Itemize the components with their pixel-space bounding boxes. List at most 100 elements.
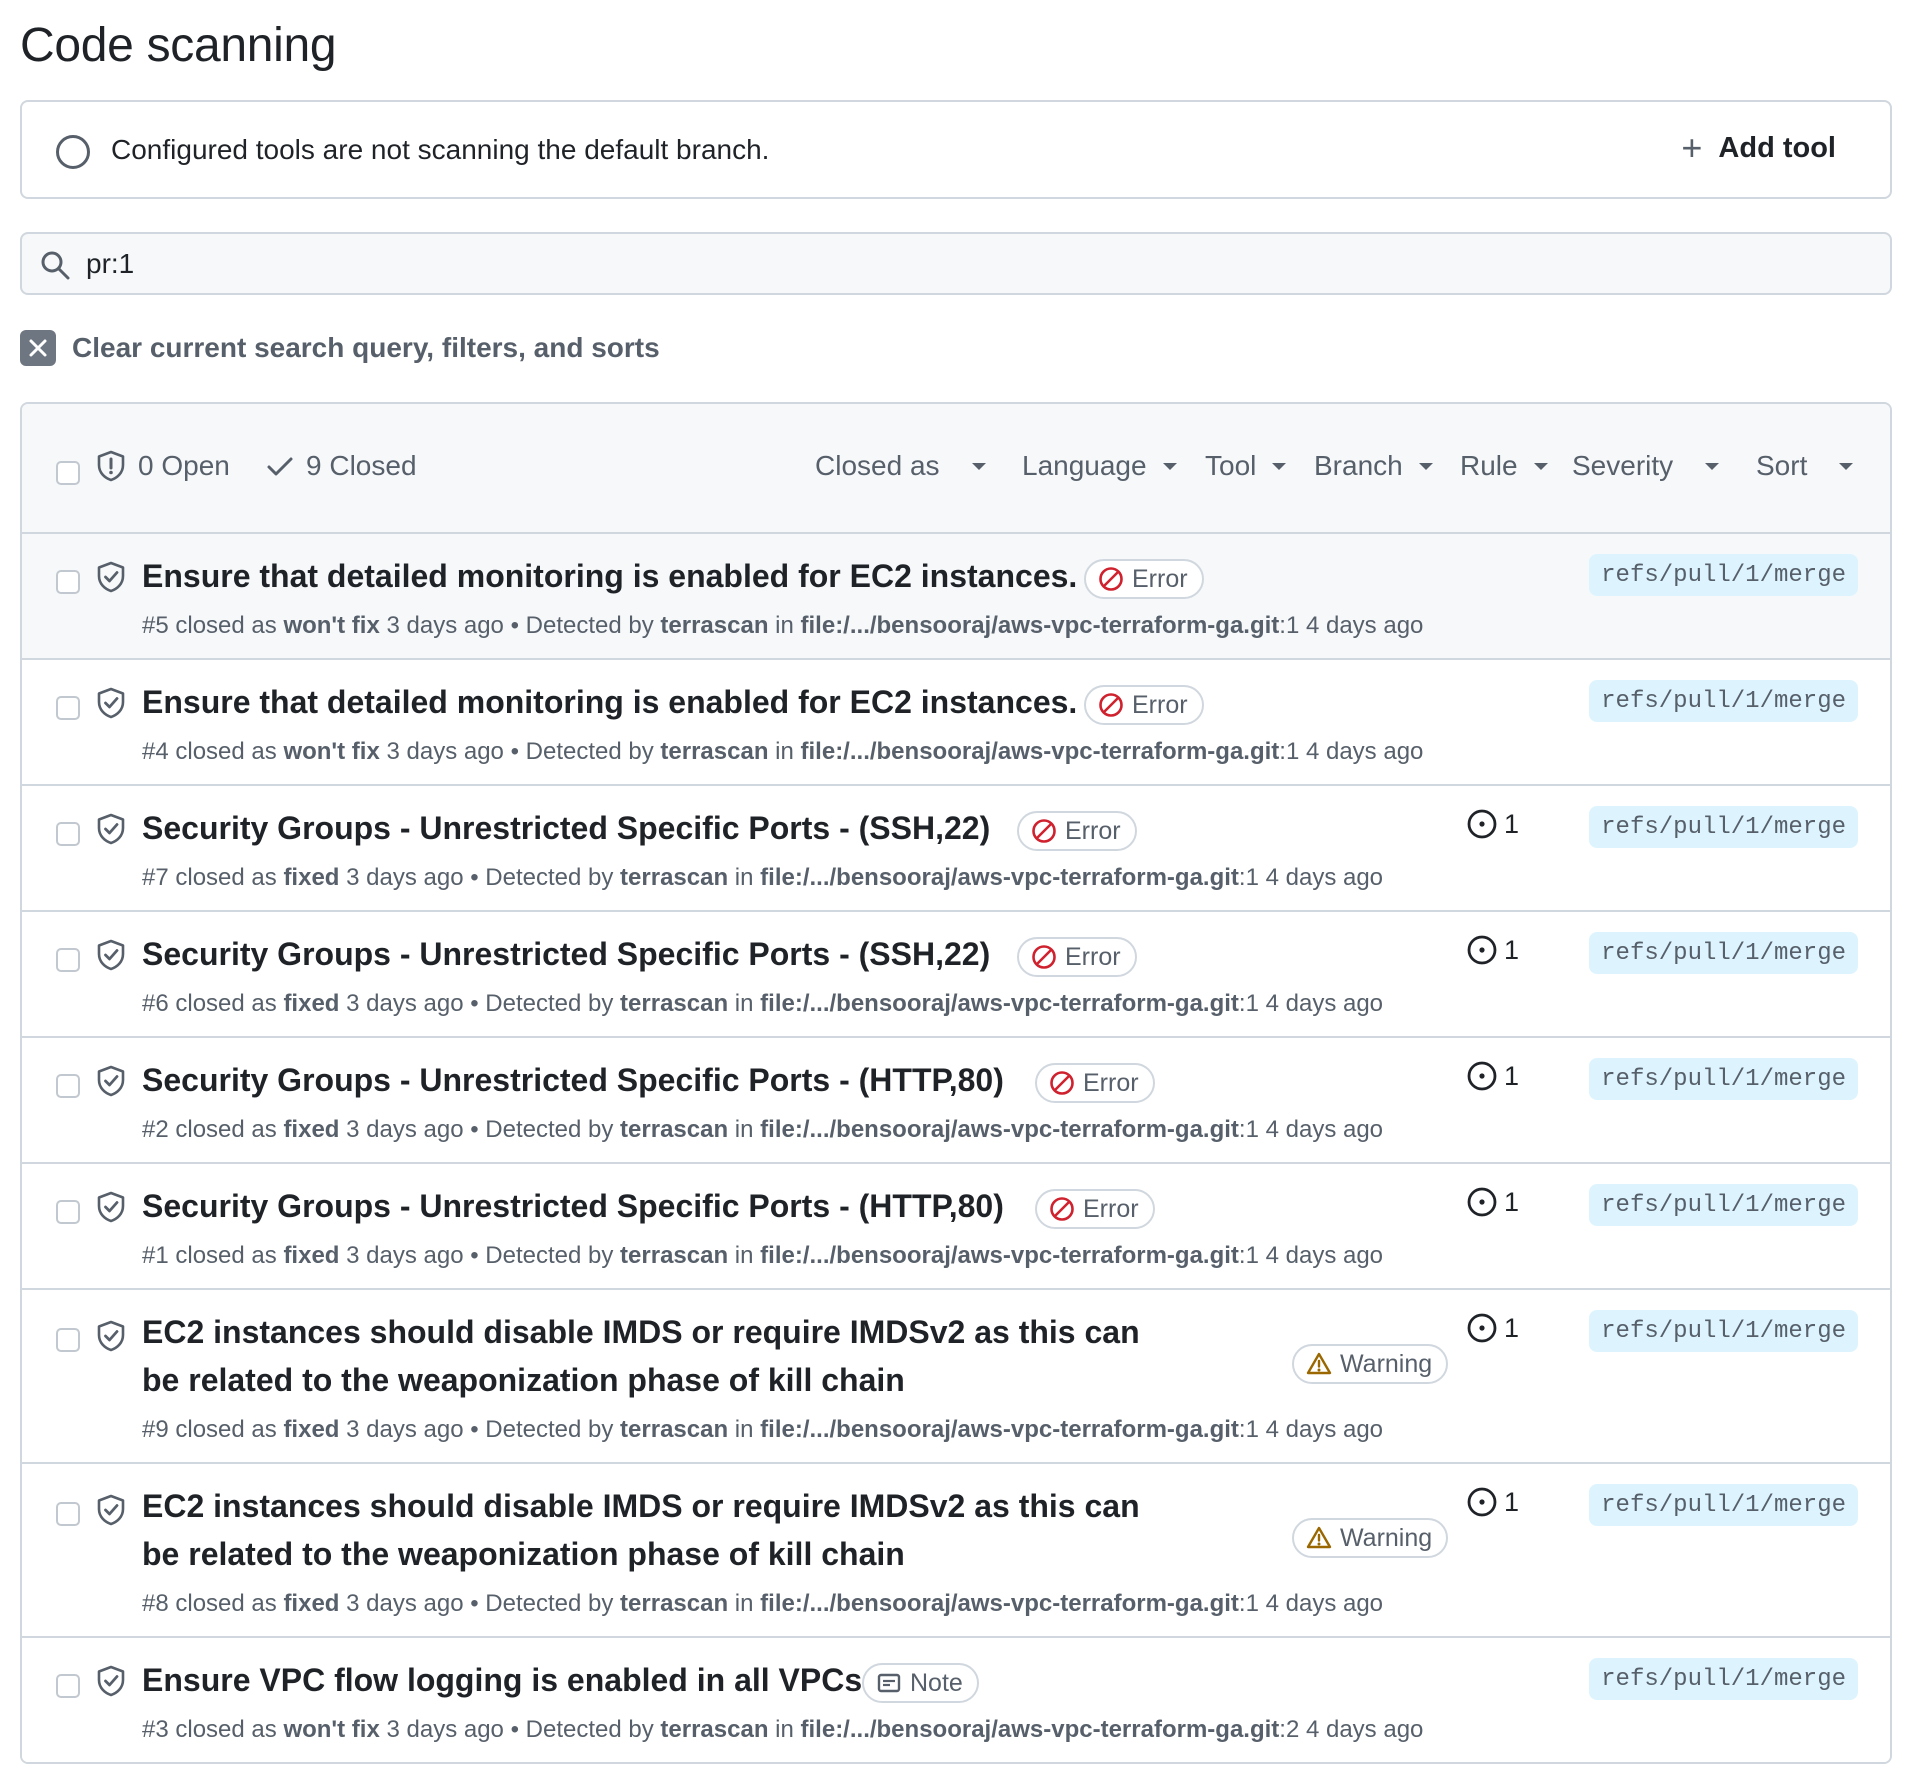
alert-checkbox[interactable] xyxy=(56,948,80,972)
alert-row[interactable]: Security Groups - Unrestricted Specific … xyxy=(22,786,1890,912)
alert-row[interactable]: Security Groups - Unrestricted Specific … xyxy=(22,1038,1890,1164)
branch-ref[interactable]: refs/pull/1/merge xyxy=(1589,1058,1858,1100)
in-prefix: in xyxy=(775,738,794,765)
branch-ref[interactable]: refs/pull/1/merge xyxy=(1589,1658,1858,1700)
branch-ref[interactable]: refs/pull/1/merge xyxy=(1589,680,1858,722)
shield-check-icon xyxy=(96,561,126,598)
severity-label: Error xyxy=(1083,1068,1139,1097)
closed-as-prefix: closed as xyxy=(175,1242,277,1269)
filter-branch[interactable]: Branch xyxy=(1314,450,1433,482)
chevron-down-icon xyxy=(1533,462,1548,470)
tools-banner: Configured tools are not scanning the de… xyxy=(20,100,1892,199)
closed-reason: won't fix xyxy=(283,612,380,639)
alert-row[interactable]: Ensure that detailed monitoring is enabl… xyxy=(22,534,1890,660)
alert-checkbox[interactable] xyxy=(56,1328,80,1352)
closed-as-prefix: closed as xyxy=(175,864,277,891)
shield-check-icon xyxy=(96,939,126,976)
closed-time: 3 days ago xyxy=(346,1416,464,1443)
alerts-list: 0 Open 9 Closed Closed as Language Tool … xyxy=(20,402,1892,1764)
linked-issues[interactable]: 1 xyxy=(1466,1312,1519,1344)
alert-checkbox[interactable] xyxy=(56,1674,80,1698)
alert-checkbox[interactable] xyxy=(56,696,80,720)
branch-ref[interactable]: refs/pull/1/merge xyxy=(1589,806,1858,848)
issue-count: 1 xyxy=(1504,1060,1520,1091)
severity-badge: Error xyxy=(1035,1063,1155,1103)
alert-title-link[interactable]: Security Groups - Unrestricted Specific … xyxy=(142,804,990,852)
alert-checkbox[interactable] xyxy=(56,1074,80,1098)
filter-label: Severity xyxy=(1572,450,1674,481)
filter-severity[interactable]: Severity xyxy=(1572,450,1720,482)
file-line: :1 xyxy=(1279,612,1300,639)
select-all-checkbox[interactable] xyxy=(56,461,80,485)
shield-check-icon xyxy=(96,687,126,724)
alert-title-link[interactable]: Ensure VPC flow logging is enabled in al… xyxy=(142,1656,862,1704)
alert-row[interactable]: EC2 instances should disable IMDS or req… xyxy=(22,1290,1890,1464)
alert-row[interactable]: Ensure VPC flow logging is enabled in al… xyxy=(22,1638,1890,1762)
issue-opened-icon xyxy=(1466,808,1498,840)
linked-issues[interactable]: 1 xyxy=(1466,1186,1519,1218)
alert-title-link[interactable]: EC2 instances should disable IMDS or req… xyxy=(142,1482,1172,1578)
issue-count: 1 xyxy=(1504,808,1520,839)
detected-by-prefix: Detected by xyxy=(525,738,654,765)
in-prefix: in xyxy=(734,1116,754,1143)
file-path: file:/.../bensooraj/aws-vpc-terraform-ga… xyxy=(760,1416,1239,1443)
branch-ref[interactable]: refs/pull/1/merge xyxy=(1589,1184,1858,1226)
branch-ref[interactable]: refs/pull/1/merge xyxy=(1589,932,1858,974)
alert-meta: #1 closed as fixed 3 days ago • Detected… xyxy=(142,1242,1383,1270)
stop-icon xyxy=(1031,818,1057,844)
tool-name: terrascan xyxy=(620,1416,729,1443)
filter-rule[interactable]: Rule xyxy=(1460,450,1548,482)
alert-title-link[interactable]: Ensure that detailed monitoring is enabl… xyxy=(142,678,1077,726)
alert-title-link[interactable]: Security Groups - Unrestricted Specific … xyxy=(142,930,990,978)
detected-by-prefix: Detected by xyxy=(525,1716,654,1743)
banner-message: Configured tools are not scanning the de… xyxy=(111,134,770,165)
linked-issues[interactable]: 1 xyxy=(1466,934,1519,966)
separator-dot: • xyxy=(463,1116,486,1143)
alert-checkbox[interactable] xyxy=(56,822,80,846)
in-prefix: in xyxy=(734,1590,754,1617)
alert-title-link[interactable]: EC2 instances should disable IMDS or req… xyxy=(142,1308,1172,1404)
filter-language[interactable]: Language xyxy=(1022,450,1177,482)
alert-title-link[interactable]: Ensure that detailed monitoring is enabl… xyxy=(142,552,1077,600)
detected-time: 4 days ago xyxy=(1305,738,1424,765)
alert-title-link[interactable]: Security Groups - Unrestricted Specific … xyxy=(142,1056,1004,1104)
alert-checkbox[interactable] xyxy=(56,1200,80,1224)
closed-time: 3 days ago xyxy=(346,1590,464,1617)
alert-row[interactable]: Ensure that detailed monitoring is enabl… xyxy=(22,660,1890,786)
alert-number: #9 xyxy=(142,1416,169,1443)
separator-dot: • xyxy=(503,1716,526,1743)
in-prefix: in xyxy=(734,864,754,891)
closed-time: 3 days ago xyxy=(346,1116,464,1143)
alert-title-link[interactable]: Security Groups - Unrestricted Specific … xyxy=(142,1182,1004,1230)
chevron-down-icon xyxy=(1162,462,1177,470)
branch-ref[interactable]: refs/pull/1/merge xyxy=(1589,554,1858,596)
alert-checkbox[interactable] xyxy=(56,1502,80,1526)
closed-time: 3 days ago xyxy=(386,612,504,639)
file-path: file:/.../bensooraj/aws-vpc-terraform-ga… xyxy=(760,990,1239,1017)
file-path: file:/.../bensooraj/aws-vpc-terraform-ga… xyxy=(760,1116,1239,1143)
file-path: file:/.../bensooraj/aws-vpc-terraform-ga… xyxy=(760,864,1239,891)
add-tool-button[interactable]: + Add tool xyxy=(1681,130,1836,166)
alert-checkbox[interactable] xyxy=(56,570,80,594)
severity-label: Warning xyxy=(1340,1349,1433,1378)
filter-tool[interactable]: Tool xyxy=(1205,450,1287,482)
alert-row[interactable]: EC2 instances should disable IMDS or req… xyxy=(22,1464,1890,1638)
closed-count-label: 9 Closed xyxy=(306,450,417,481)
chevron-down-icon xyxy=(1705,462,1720,470)
filter-closed-as[interactable]: Closed as xyxy=(815,450,986,482)
severity-label: Error xyxy=(1065,942,1121,971)
linked-issues[interactable]: 1 xyxy=(1466,1486,1519,1518)
alert-meta: #4 closed as won't fix 3 days ago • Dete… xyxy=(142,738,1423,766)
linked-issues[interactable]: 1 xyxy=(1466,808,1519,840)
filter-label: Closed as xyxy=(815,450,940,481)
clear-query-button[interactable]: Clear current search query, filters, and… xyxy=(20,330,660,366)
alert-row[interactable]: Security Groups - Unrestricted Specific … xyxy=(22,1164,1890,1290)
search-input[interactable] xyxy=(86,244,1866,284)
branch-ref[interactable]: refs/pull/1/merge xyxy=(1589,1310,1858,1352)
filter-sort[interactable]: Sort xyxy=(1756,450,1854,482)
linked-issues[interactable]: 1 xyxy=(1466,1060,1519,1092)
open-alerts-tab[interactable]: 0 Open xyxy=(96,450,230,482)
closed-alerts-tab[interactable]: 9 Closed xyxy=(266,450,417,482)
branch-ref[interactable]: refs/pull/1/merge xyxy=(1589,1484,1858,1526)
alert-row[interactable]: Security Groups - Unrestricted Specific … xyxy=(22,912,1890,1038)
